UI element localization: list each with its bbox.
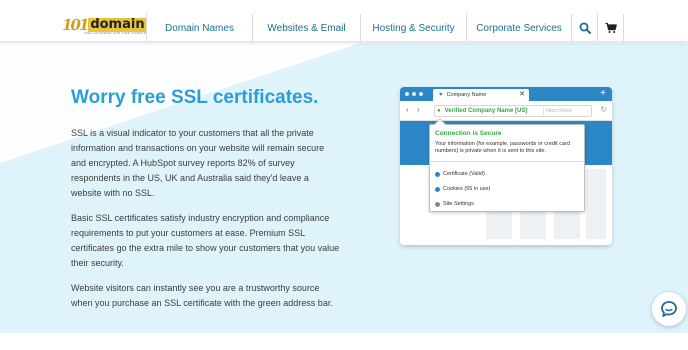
popup-description: Your information (for example, passwords…	[435, 141, 570, 154]
popup-item-certificate: Certificate (Valid)	[435, 171, 485, 177]
logo[interactable]: 101 domain ONE HUNDRED AND ONE DOMAIN	[60, 16, 147, 35]
popup-item-label: Certificate (Valid)	[443, 171, 485, 177]
cookie-icon	[435, 186, 440, 192]
popup-item-cookies: Cookies (55 in use)	[435, 186, 490, 192]
intro-paragraph: SSL is a visual indicator to your custom…	[71, 128, 325, 198]
cart-button[interactable]	[598, 14, 624, 42]
gear-icon	[435, 201, 440, 207]
window-dot-icon	[412, 92, 416, 96]
browser-tab: ♥ Company Name ✕	[433, 89, 529, 101]
nav-hosting-security[interactable]: Hosting & Security	[360, 14, 466, 42]
url-text: https://www.	[543, 107, 591, 116]
back-arrow-icon: ‹	[406, 105, 409, 114]
search-icon	[579, 22, 591, 34]
chat-button[interactable]	[652, 292, 686, 326]
site-header: 101 domain ONE HUNDRED AND ONE DOMAIN Do…	[0, 0, 688, 42]
section-divider	[0, 333, 688, 350]
nav-domain-names[interactable]: Domain Names	[146, 14, 252, 42]
chat-icon	[661, 301, 677, 317]
browser-address-bar: ‹ › ● Verified Company Name [US] https:/…	[400, 101, 612, 121]
page-column	[586, 169, 606, 239]
new-tab-icon: +	[600, 88, 606, 99]
forward-arrow-icon: ›	[417, 105, 420, 114]
logo-text: domain	[88, 17, 147, 32]
green-bar-paragraph: Website visitors can instantly see you a…	[71, 283, 333, 308]
verified-company-label: Verified Company Name [US]	[444, 108, 528, 114]
reload-icon: ↻	[600, 105, 607, 114]
logo-tagline: ONE HUNDRED AND ONE DOMAIN	[84, 31, 147, 35]
heart-icon: ♥	[439, 92, 443, 98]
basic-ssl-paragraph: Basic SSL certificates satisfy industry …	[71, 213, 340, 268]
url-field: ● Verified Company Name [US] https://www…	[434, 105, 592, 117]
window-dot-icon	[419, 92, 423, 96]
popup-item-site-settings: Site Settings	[435, 201, 474, 207]
certificate-icon	[435, 171, 440, 177]
popup-item-label: Site Settings	[443, 201, 474, 207]
popup-title: Connection is Secure	[435, 130, 502, 137]
nav-corporate-services[interactable]: Corporate Services	[466, 14, 572, 42]
cart-icon	[605, 22, 617, 33]
nav-websites-email[interactable]: Websites & Email	[252, 14, 360, 42]
close-icon: ✕	[519, 91, 525, 98]
popup-item-label: Cookies (55 in use)	[443, 186, 491, 192]
search-button[interactable]	[572, 14, 598, 42]
connection-secure-popup: Connection is Secure Your information (f…	[429, 118, 585, 212]
main-nav: Domain Names Websites & Email Hosting & …	[146, 14, 572, 42]
window-dot-icon	[405, 92, 409, 96]
page-title: Worry free SSL certificates.	[71, 87, 319, 108]
browser-tab-bar: ♥ Company Name ✕ +	[400, 87, 612, 101]
lock-icon: ●	[437, 108, 441, 114]
popup-divider	[430, 161, 584, 162]
browser-tab-title: Company Name	[446, 92, 487, 98]
